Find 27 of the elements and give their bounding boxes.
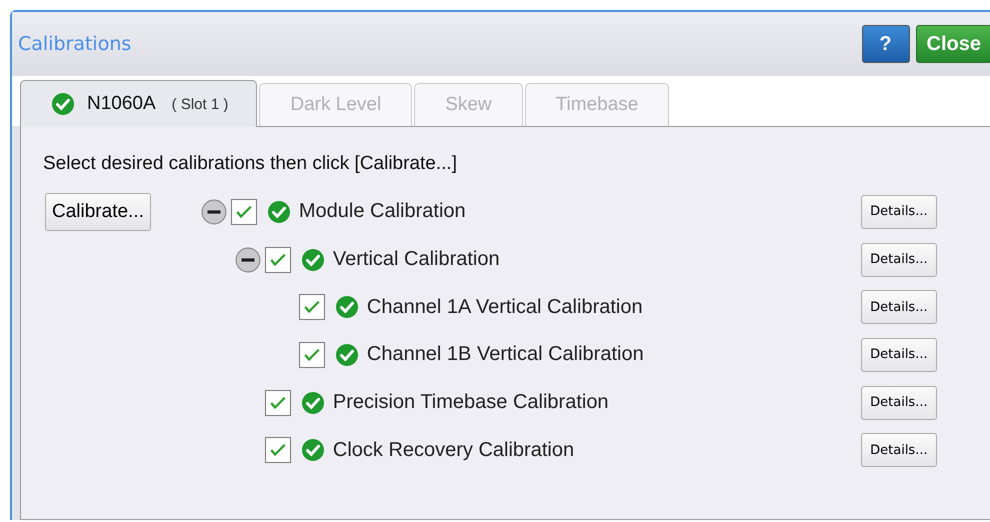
calibration-label: Module Calibration: [298, 200, 466, 224]
collapse-icon[interactable]: [200, 198, 227, 225]
collapse-icon[interactable]: [234, 246, 261, 273]
checkbox[interactable]: [298, 294, 325, 320]
details-button[interactable]: Details...: [860, 386, 937, 420]
tab[interactable]: N1060A ( Slot 1 ): [20, 80, 258, 127]
checkbox[interactable]: [264, 437, 291, 464]
details-button[interactable]: Details...: [860, 290, 937, 324]
checkbox[interactable]: [230, 198, 257, 225]
details-button[interactable]: Details...: [860, 194, 937, 229]
checkbox[interactable]: [264, 390, 291, 416]
details-button[interactable]: Details...: [860, 433, 937, 468]
help-button[interactable]: ?: [862, 25, 910, 63]
instruction-text: Select desired calibrations then click [Calibrate...]: [43, 153, 458, 175]
window-title: Calibrations: [18, 33, 132, 55]
details-button[interactable]: Details...: [860, 338, 937, 372]
checkbox[interactable]: [264, 246, 291, 273]
tab-label: N1060A: [87, 93, 156, 115]
calibration-label: Clock Recovery Calibration: [332, 438, 574, 462]
calibration-label: Channel 1A Vertical Calibration: [366, 296, 643, 319]
calibration-label: Channel 1B Vertical Calibration: [366, 343, 644, 366]
calibrate-button[interactable]: Calibrate...: [45, 193, 151, 231]
slot-label: ( Slot 1 ): [172, 96, 228, 112]
details-button[interactable]: Details...: [860, 242, 937, 277]
calibration-label: Precision Timebase Calibration: [332, 391, 609, 414]
checkbox[interactable]: [298, 342, 325, 368]
calibration-label: Vertical Calibration: [332, 248, 500, 272]
